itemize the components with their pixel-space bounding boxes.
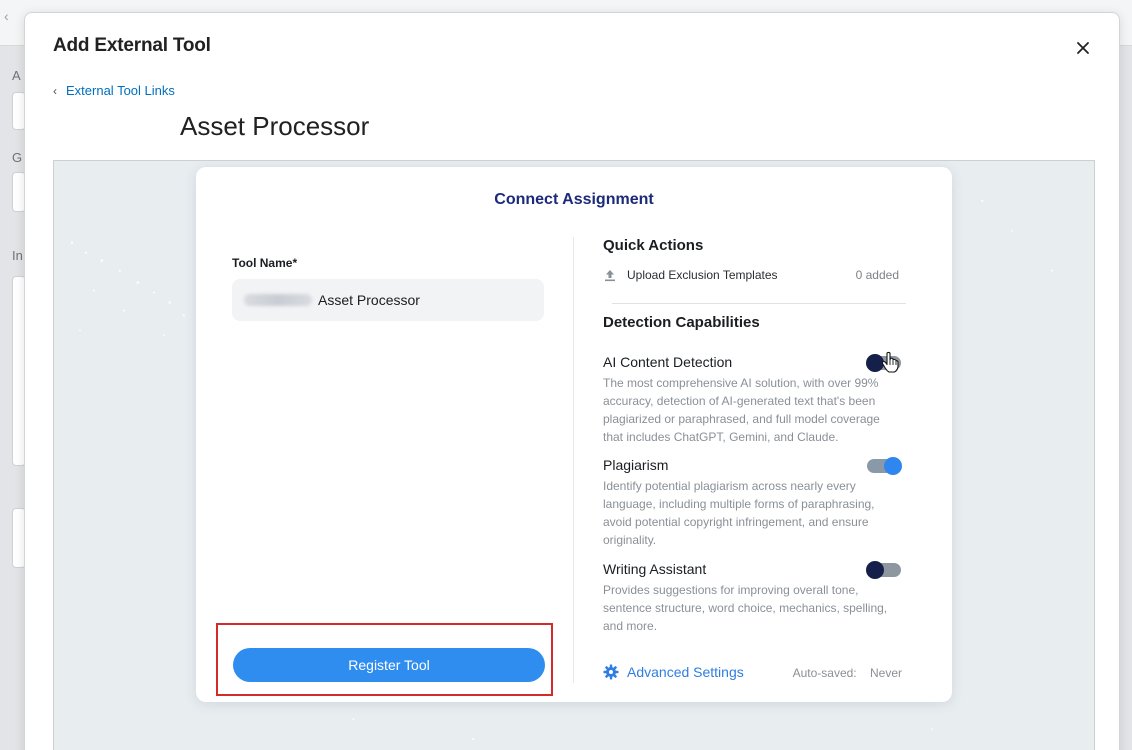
feature-name: Writing Assistant <box>603 561 707 577</box>
plagiarism-toggle[interactable] <box>867 457 902 475</box>
add-external-tool-dialog: Add External Tool ‹ External Tool Links … <box>24 12 1120 750</box>
horizontal-divider <box>612 303 906 304</box>
hand-pointer-icon <box>881 351 899 373</box>
back-link-label: External Tool Links <box>66 83 175 98</box>
detection-capabilities-heading: Detection Capabilities <box>603 314 760 331</box>
page-title: Asset Processor <box>180 111 370 141</box>
tool-iframe: Connect Assignment Tool Name* Asset Proc… <box>53 160 1095 750</box>
feature-plagiarism: Plagiarism Identify potential plagiarism… <box>603 457 903 549</box>
writing-assistant-toggle[interactable] <box>866 561 901 579</box>
chevron-left-icon: ‹ <box>53 83 57 98</box>
tool-name-input[interactable]: Asset Processor <box>232 279 544 321</box>
toggle-knob <box>866 561 884 579</box>
register-tool-button[interactable]: Register Tool <box>233 648 545 682</box>
feature-description: The most comprehensive AI solution, with… <box>603 376 880 444</box>
connect-assignment-card: Connect Assignment Tool Name* Asset Proc… <box>196 167 952 702</box>
background-label: G <box>12 150 23 165</box>
vertical-divider <box>573 237 574 683</box>
upload-exclusion-templates-action[interactable]: Upload Exclusion Templates 0 added <box>603 268 899 282</box>
external-tool-links-back-link[interactable]: ‹ External Tool Links <box>53 83 175 98</box>
redacted-brand-name <box>244 294 312 306</box>
feature-name: Plagiarism <box>603 457 669 473</box>
advanced-settings-link[interactable]: Advanced Settings <box>603 664 744 680</box>
advanced-settings-label: Advanced Settings <box>627 664 744 680</box>
feature-description: Identify potential plagiarism across nea… <box>603 479 875 547</box>
gear-icon <box>603 664 619 680</box>
tool-name-value: Asset Processor <box>318 292 420 308</box>
close-icon <box>1077 42 1089 54</box>
tool-name-label: Tool Name* <box>232 256 298 270</box>
upload-exclusion-templates-label: Upload Exclusion Templates <box>627 268 778 282</box>
quick-actions-heading: Quick Actions <box>603 237 704 254</box>
close-button[interactable] <box>1073 38 1093 58</box>
autosave-status: Auto-saved: Never <box>793 666 902 680</box>
feature-ai-content-detection: AI Content Detection The most comprehens… <box>603 354 903 446</box>
upload-icon <box>605 269 615 281</box>
autosave-label: Auto-saved: <box>792 666 857 680</box>
toggle-knob <box>884 457 902 475</box>
background-back-chevron-icon: ‹ <box>4 8 9 24</box>
feature-writing-assistant: Writing Assistant Provides suggestions f… <box>603 561 903 635</box>
autosave-value: Never <box>869 666 902 680</box>
dialog-title: Add External Tool <box>53 35 211 56</box>
card-title: Connect Assignment <box>494 191 654 208</box>
feature-description: Provides suggestions for improving overa… <box>603 583 888 633</box>
background-label: In <box>12 248 23 263</box>
feature-name: AI Content Detection <box>603 354 733 370</box>
background-label: A <box>12 68 21 83</box>
upload-count: 0 added <box>855 268 899 282</box>
